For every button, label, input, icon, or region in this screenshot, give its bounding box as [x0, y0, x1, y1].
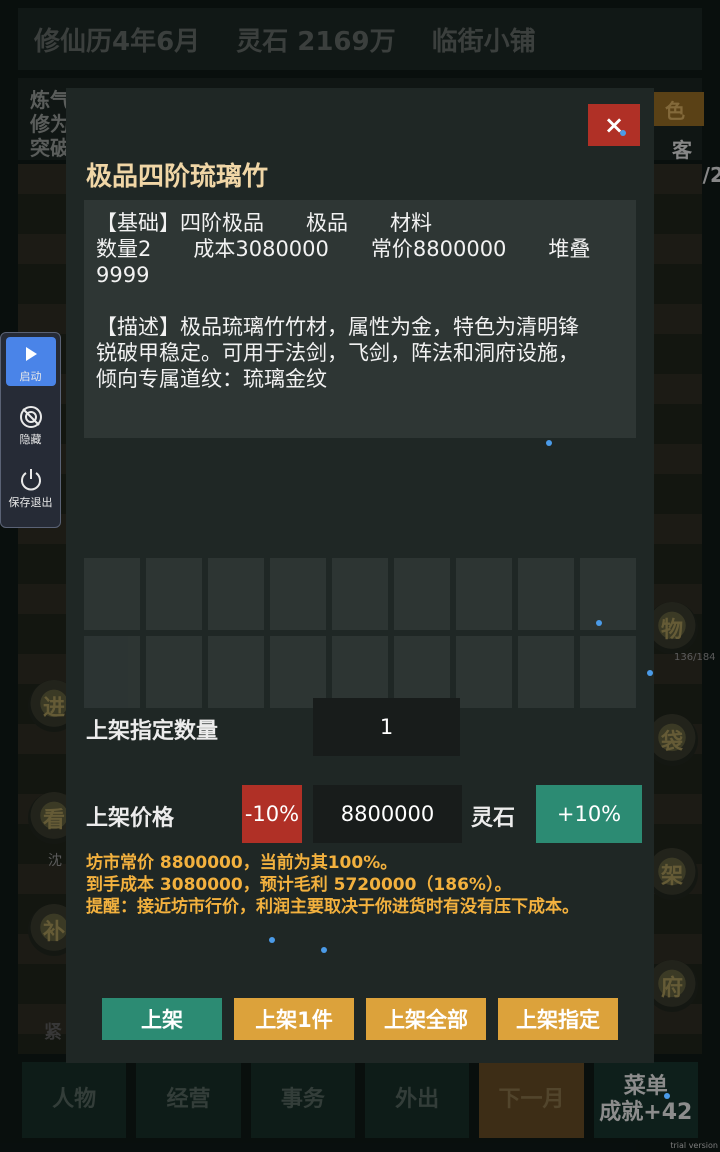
floating-toolbar: 启动 隐藏 保存退出 [0, 332, 61, 528]
market-price-line: 坊市常价 8800000，当前为其100%。 [86, 853, 398, 873]
list-button[interactable]: 上架 [102, 998, 222, 1040]
touch-marker [321, 947, 327, 953]
hide-label: 隐藏 [19, 432, 42, 446]
start-button[interactable]: 启动 [5, 337, 56, 387]
power-icon [18, 466, 44, 494]
save-exit-button[interactable]: 保存退出 [6, 464, 56, 513]
touch-marker [546, 440, 552, 446]
touch-marker [269, 937, 275, 943]
basic-info-line-1: 【基础】四阶极品 极品 材料 [96, 211, 432, 235]
quantity-input[interactable]: 1 [313, 698, 460, 756]
profit-line: 到手成本 3080000，预计毛利 5720000（186%）。 [86, 875, 512, 895]
pricing-info: 坊市常价 8800000，当前为其100%。 到手成本 3080000，预计毛利… [86, 852, 579, 918]
list-all-button[interactable]: 上架全部 [366, 998, 486, 1040]
price-input[interactable]: 8800000 [313, 785, 462, 843]
touch-marker [664, 1093, 670, 1099]
price-unit-label: 灵石 [471, 806, 516, 831]
list-specified-button[interactable]: 上架指定 [498, 998, 618, 1040]
list-one-button[interactable]: 上架1件 [234, 998, 354, 1040]
listing-actions: 上架 上架1件 上架全部 上架指定 [102, 998, 618, 1040]
touch-marker [647, 670, 653, 676]
hide-button[interactable]: 隐藏 [6, 400, 56, 449]
save-exit-label: 保存退出 [8, 496, 53, 510]
faded-inventory-grid [84, 558, 636, 708]
hide-icon [18, 403, 44, 431]
play-icon [22, 340, 40, 368]
price-label: 上架价格 [86, 806, 175, 831]
price-increase-button[interactable]: +10% [536, 785, 642, 843]
close-button[interactable]: × [588, 104, 640, 146]
description-line-3: 倾向专属道纹：琉璃金纹 [96, 367, 327, 391]
start-label: 启动 [19, 369, 42, 383]
reminder-line: 提醒：接近坊市行价，利润主要取决于你进货时有没有压下成本。 [86, 897, 579, 917]
basic-info-line-2: 数量2 成本3080000 常价8800000 堆叠9999 [96, 237, 591, 287]
touch-marker [596, 620, 602, 626]
touch-marker [620, 130, 626, 136]
item-description-box: 【基础】四阶极品 极品 材料 数量2 成本3080000 常价8800000 堆… [84, 200, 636, 438]
description-line-1: 【描述】极品琉璃竹竹材，属性为金，特色为清明锋 [96, 315, 579, 339]
item-title: 极品四阶琉璃竹 [86, 162, 269, 192]
description-line-2: 锐破甲稳定。可用于法剑，飞剑，阵法和洞府设施， [96, 341, 579, 365]
quantity-label: 上架指定数量 [86, 719, 219, 744]
price-decrease-button[interactable]: -10% [242, 785, 302, 843]
item-listing-dialog: × 极品四阶琉璃竹 【基础】四阶极品 极品 材料 数量2 成本3080000 常… [66, 88, 654, 1063]
